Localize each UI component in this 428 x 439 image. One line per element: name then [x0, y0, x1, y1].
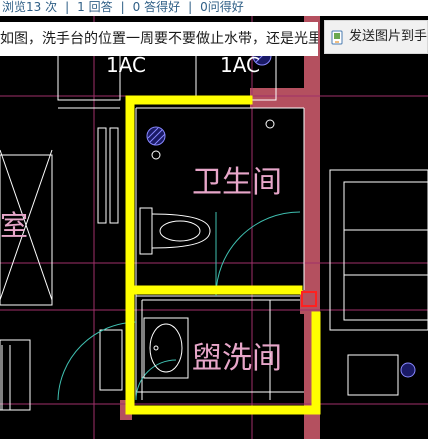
views-count: 浏览13 次: [2, 0, 58, 14]
good-answer-count[interactable]: 0 答得好: [131, 0, 182, 14]
floor-plan-drawing: 1AC 1AC 卫生间 盥洗间 室: [0, 0, 428, 439]
phone-send-icon: [331, 30, 343, 45]
thread-stats: 浏览13 次 | 1 回答 | 0 答得好 | 0问得好: [0, 0, 428, 16]
cad-screenshot: 1AC 1AC 卫生间 盥洗间 室 浏览13 次 | 1 回答 | 0 答得好 | 0问得好…: [0, 0, 428, 439]
unit-label-2: 1AC: [220, 53, 260, 77]
send-image-label: 发送图片到手机: [349, 29, 428, 44]
separator: |: [65, 0, 70, 14]
answers-link[interactable]: 1 回答: [75, 0, 114, 14]
unit-label-1: 1AC: [106, 53, 146, 77]
question-text: 如图，洗手台的位置一周要不要做止水带，还是光里: [0, 22, 318, 56]
room-label-bathroom: 卫生间: [192, 165, 282, 200]
room-label-left: 室: [0, 209, 28, 242]
room-label-washroom: 盥洗间: [192, 341, 282, 376]
separator: |: [188, 0, 193, 14]
good-question-count[interactable]: 0问得好: [198, 0, 246, 14]
separator: |: [120, 0, 125, 14]
send-image-to-phone-button[interactable]: 发送图片到手机: [324, 20, 428, 54]
